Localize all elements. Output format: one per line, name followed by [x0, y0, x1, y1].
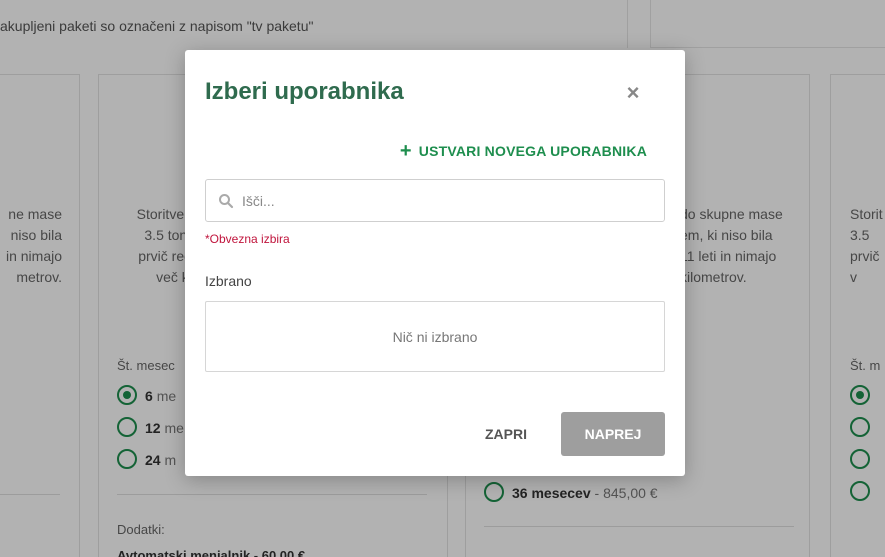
next-button[interactable]: NAPREJ — [561, 412, 665, 456]
close-button[interactable]: ZAPRI — [475, 412, 537, 456]
search-icon — [219, 193, 234, 208]
select-user-dialog: Izberi uporabnika × + USTVARI NOVEGA UPO… — [185, 50, 685, 476]
plus-icon: + — [399, 140, 412, 162]
create-new-user-button[interactable]: + USTVARI NOVEGA UPORABNIKA — [399, 140, 647, 162]
selected-empty-text: Nič ni izbrano — [392, 328, 478, 345]
selected-users-box: Nič ni izbrano — [205, 301, 665, 372]
search-input[interactable] — [242, 192, 642, 209]
selected-label: Izbrano — [205, 273, 252, 289]
dialog-title: Izberi uporabnika — [205, 78, 404, 105]
close-icon[interactable]: × — [621, 82, 645, 106]
required-hint: *Obvezna izbira — [205, 232, 290, 246]
create-new-user-label: USTVARI NOVEGA UPORABNIKA — [418, 143, 647, 159]
search-field[interactable] — [205, 179, 665, 222]
